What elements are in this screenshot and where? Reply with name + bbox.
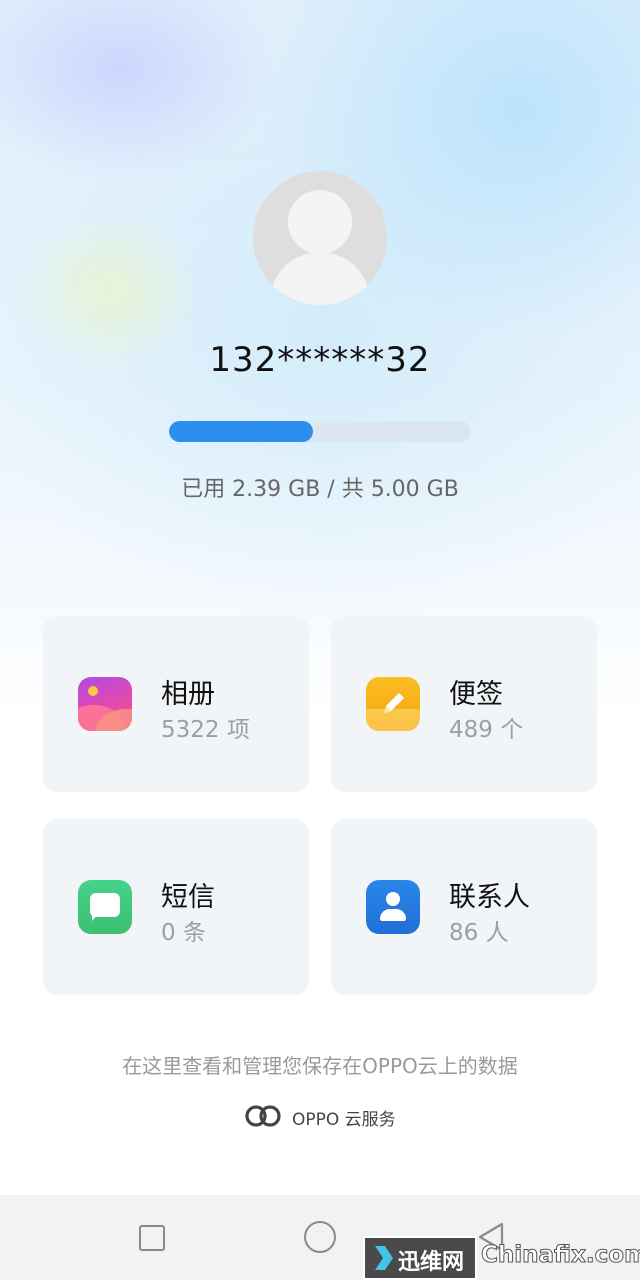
footer-description: 在这里查看和管理您保存在OPPO云上的数据 xyxy=(122,1054,518,1078)
card-album-title: 相册 xyxy=(161,679,215,710)
card-sms-title: 短信 xyxy=(161,882,215,913)
watermark-arrow-icon xyxy=(375,1246,393,1270)
brand-name: OPPO 云服务 xyxy=(292,1110,396,1130)
card-sms-count: 0 条 xyxy=(161,920,206,946)
watermark: 迅维网 Chinafix.com xyxy=(363,1236,640,1280)
recents-square-icon[interactable] xyxy=(139,1225,165,1251)
home-circle-icon[interactable] xyxy=(304,1221,336,1253)
contact-person-icon xyxy=(366,880,420,934)
card-contacts-count: 86 人 xyxy=(449,920,509,946)
watermark-badge: 迅维网 xyxy=(363,1236,477,1280)
card-notes-title: 便签 xyxy=(449,679,503,710)
card-album[interactable]: 相册 5322 项 xyxy=(43,616,309,792)
oppo-cloud-logo-icon xyxy=(245,1105,281,1127)
card-contacts[interactable]: 联系人 86 人 xyxy=(331,819,597,995)
sms-bubble-icon xyxy=(78,880,132,934)
card-sms[interactable]: 短信 0 条 xyxy=(43,819,309,995)
username: 132******32 xyxy=(209,340,431,380)
card-contacts-title: 联系人 xyxy=(449,882,530,913)
photo-album-icon xyxy=(78,677,132,731)
watermark-right-text: Chinafix.com xyxy=(480,1242,640,1269)
notes-pencil-icon xyxy=(366,677,420,731)
avatar[interactable] xyxy=(253,171,387,305)
storage-progress-bar xyxy=(169,421,471,442)
avatar-body-shape xyxy=(270,252,370,305)
storage-usage-text: 已用 2.39 GB / 共 5.00 GB xyxy=(181,477,459,502)
card-album-count: 5322 项 xyxy=(161,717,250,743)
storage-progress-fill xyxy=(169,421,314,442)
card-notes-count: 489 个 xyxy=(449,717,524,743)
watermark-left-text: 迅维网 xyxy=(398,1250,465,1275)
avatar-head-shape xyxy=(288,190,352,254)
card-notes[interactable]: 便签 489 个 xyxy=(331,616,597,792)
brand-footer: OPPO 云服务 xyxy=(244,1102,404,1130)
